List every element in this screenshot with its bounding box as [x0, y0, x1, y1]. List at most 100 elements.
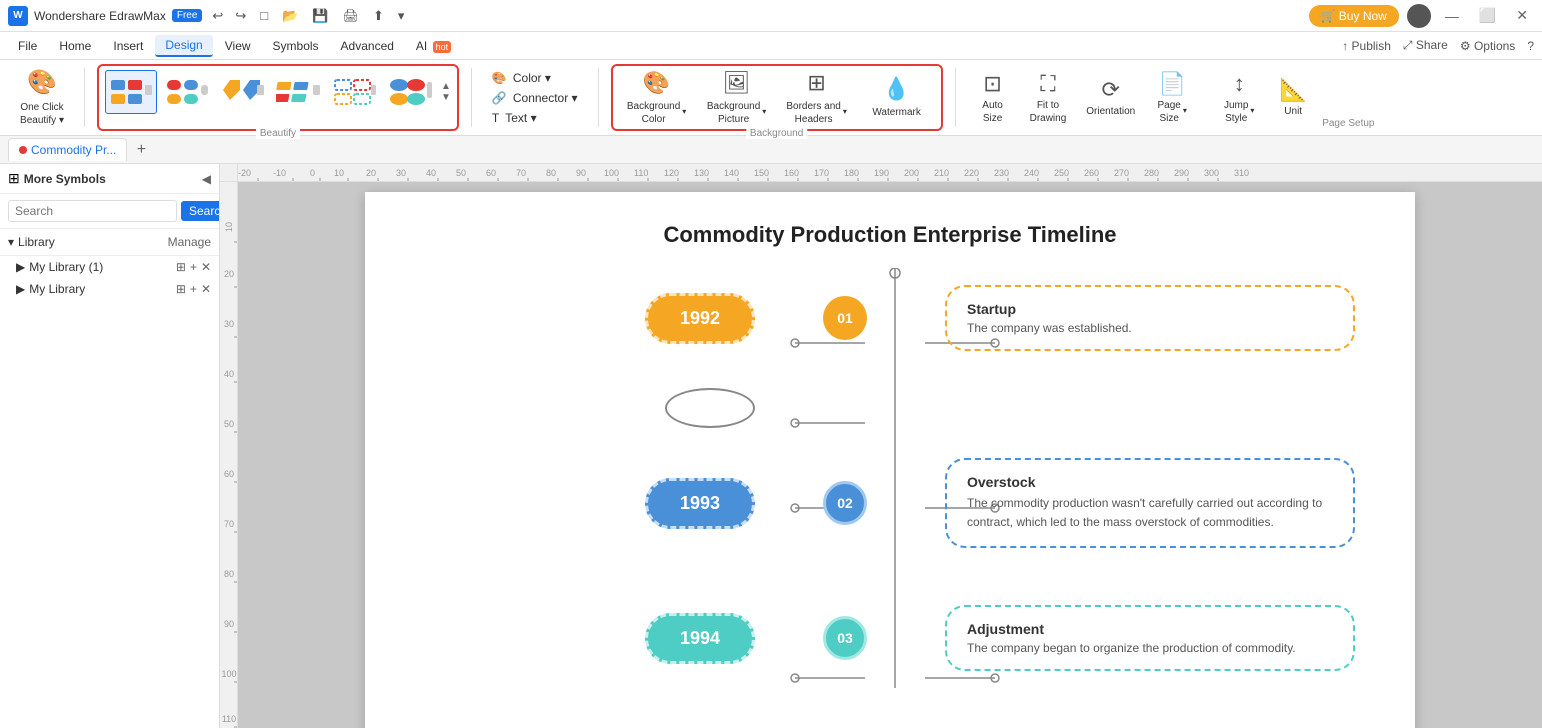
menu-home[interactable]: Home: [49, 36, 101, 56]
library-2-remove-button[interactable]: ✕: [201, 282, 211, 296]
svg-text:40: 40: [224, 369, 234, 379]
my-library-2-label: My Library: [29, 282, 85, 296]
user-avatar[interactable]: [1407, 4, 1431, 28]
my-library-1-label: My Library (1): [29, 260, 103, 274]
beautify-style-4[interactable]: [273, 70, 325, 114]
redo-button[interactable]: ↪: [231, 6, 250, 26]
connector-button[interactable]: 🔗 Connector ▾: [484, 89, 586, 107]
open-button[interactable]: 📂: [278, 6, 302, 26]
auto-size-label: AutoSize: [982, 99, 1003, 125]
diagram-title: Commodity Production Enterprise Timeline: [405, 222, 1375, 248]
info-box-1: Startup The company was established.: [945, 285, 1355, 351]
library-header[interactable]: ▾ Library Manage: [8, 235, 211, 249]
svg-text:30: 30: [396, 168, 406, 178]
divider-3: [598, 68, 599, 127]
svg-text:290: 290: [1174, 168, 1189, 178]
svg-text:270: 270: [1114, 168, 1129, 178]
manage-button[interactable]: Manage: [168, 235, 211, 249]
search-button[interactable]: Search: [181, 201, 220, 221]
orientation-button[interactable]: ⟳ Orientation: [1078, 73, 1143, 122]
share-link[interactable]: ⤢ Share: [1403, 38, 1448, 53]
library-1-remove-button[interactable]: ✕: [201, 260, 211, 274]
help-link[interactable]: ?: [1527, 39, 1534, 53]
more-button[interactable]: ▾: [394, 6, 409, 26]
undo-button[interactable]: ↩: [208, 6, 227, 26]
fit-to-drawing-button[interactable]: ⛶ Fit toDrawing: [1022, 67, 1075, 129]
svg-text:50: 50: [224, 419, 234, 429]
beautify-style-2[interactable]: [161, 70, 213, 114]
svg-text:170: 170: [814, 168, 829, 178]
watermark-button[interactable]: 💧 Watermark: [861, 72, 933, 123]
print-button[interactable]: 🖨: [338, 6, 363, 26]
svg-text:80: 80: [224, 569, 234, 579]
search-input[interactable]: [8, 200, 177, 222]
beautify-style-6[interactable]: [385, 70, 437, 114]
menu-design[interactable]: Design: [155, 35, 212, 57]
svg-text:10: 10: [334, 168, 344, 178]
tab-label: Commodity Pr...: [31, 143, 116, 157]
options-link[interactable]: ⚙ Options: [1460, 39, 1515, 53]
auto-size-button[interactable]: ⊡ AutoSize: [968, 67, 1018, 129]
page-size-button[interactable]: 📄 PageSize ▾: [1147, 67, 1197, 129]
circle-02: 02: [823, 481, 867, 525]
restore-button[interactable]: ⬜: [1473, 5, 1502, 26]
menu-insert[interactable]: Insert: [103, 36, 153, 56]
new-tab-button[interactable]: □: [256, 6, 272, 25]
undo-redo-group: ↩ ↪: [208, 6, 250, 26]
svg-text:110: 110: [222, 714, 236, 724]
menu-right: ↑ Publish ⤢ Share ⚙ Options ?: [1342, 38, 1534, 53]
my-library-1-item[interactable]: ▶ My Library (1) ⊞ + ✕: [0, 256, 219, 278]
menu-ai[interactable]: AI hot: [406, 36, 461, 56]
info-title-3: Adjustment: [967, 621, 1333, 637]
library-1-actions: ⊞ + ✕: [176, 260, 211, 274]
svg-text:190: 190: [874, 168, 889, 178]
library-2-copy-button[interactable]: ⊞: [176, 282, 186, 296]
beautify-style-1[interactable]: [105, 70, 157, 114]
save-button[interactable]: 💾: [308, 6, 332, 26]
svg-text:20: 20: [366, 168, 376, 178]
menu-view[interactable]: View: [215, 36, 261, 56]
expand-icon: ▶: [16, 260, 25, 274]
menu-advanced[interactable]: Advanced: [331, 36, 404, 56]
my-library-2-item[interactable]: ▶ My Library ⊞ + ✕: [0, 278, 219, 300]
text-button[interactable]: T Text ▾: [484, 109, 586, 127]
export-button[interactable]: ⬆: [369, 6, 388, 26]
divider-4: [955, 68, 956, 127]
main-area: ⊞ More Symbols ◀ Search ▾ Library Manage…: [0, 164, 1542, 728]
tab-commodity[interactable]: Commodity Pr...: [8, 138, 127, 161]
horizontal-ruler: -20 -10 0 10 20 30 40 50 60 70 80 90 100…: [238, 164, 1542, 182]
library-1-copy-button[interactable]: ⊞: [176, 260, 186, 274]
fit-drawing-label: Fit toDrawing: [1030, 99, 1067, 125]
svg-text:120: 120: [664, 168, 679, 178]
close-button[interactable]: ✕: [1510, 5, 1534, 26]
color-button[interactable]: 🎨 Color ▾: [484, 69, 586, 87]
minimize-button[interactable]: —: [1439, 6, 1465, 26]
svg-text:250: 250: [1054, 168, 1069, 178]
beautify-scroll-up[interactable]: ▲▼: [441, 81, 451, 103]
jump-style-button[interactable]: ↕ JumpStyle ▾: [1214, 67, 1264, 129]
library-2-add-button[interactable]: +: [190, 282, 197, 296]
publish-link[interactable]: ↑ Publish: [1342, 39, 1391, 53]
background-picture-button[interactable]: 🖼 BackgroundPicture ▾: [701, 66, 773, 130]
canvas-content[interactable]: Commodity Production Enterprise Timeline: [238, 182, 1542, 728]
sidebar-title: More Symbols: [24, 172, 106, 186]
buy-now-button[interactable]: 🛒 Buy Now: [1309, 5, 1399, 27]
borders-headers-button[interactable]: ⊞ Borders andHeaders ▾: [781, 66, 853, 130]
info-text-1: The company was established.: [967, 321, 1333, 335]
one-click-beautify-button[interactable]: 🎨 One ClickBeautify ▾: [8, 64, 76, 131]
beautify-icon: 🎨: [27, 68, 57, 97]
background-color-button[interactable]: 🎨 BackgroundColor ▾: [621, 66, 693, 130]
sidebar-collapse-button[interactable]: ◀: [202, 172, 211, 186]
unit-button[interactable]: 📐 Unit: [1268, 73, 1318, 122]
sidebar: ⊞ More Symbols ◀ Search ▾ Library Manage…: [0, 164, 220, 728]
page-setup-label: Page Setup: [1322, 118, 1374, 129]
beautify-style-3[interactable]: [217, 70, 269, 114]
canvas-area[interactable]: -20 -10 0 10 20 30 40 50 60 70 80 90 100…: [220, 164, 1542, 728]
menu-file[interactable]: File: [8, 36, 47, 56]
beautify-style-5[interactable]: [329, 70, 381, 114]
menu-symbols[interactable]: Symbols: [263, 36, 329, 56]
library-1-add-button[interactable]: +: [190, 260, 197, 274]
info-box-2-container: Overstock The commodity production wasn'…: [925, 458, 1375, 548]
add-tab-button[interactable]: +: [129, 138, 153, 162]
svg-text:210: 210: [934, 168, 949, 178]
